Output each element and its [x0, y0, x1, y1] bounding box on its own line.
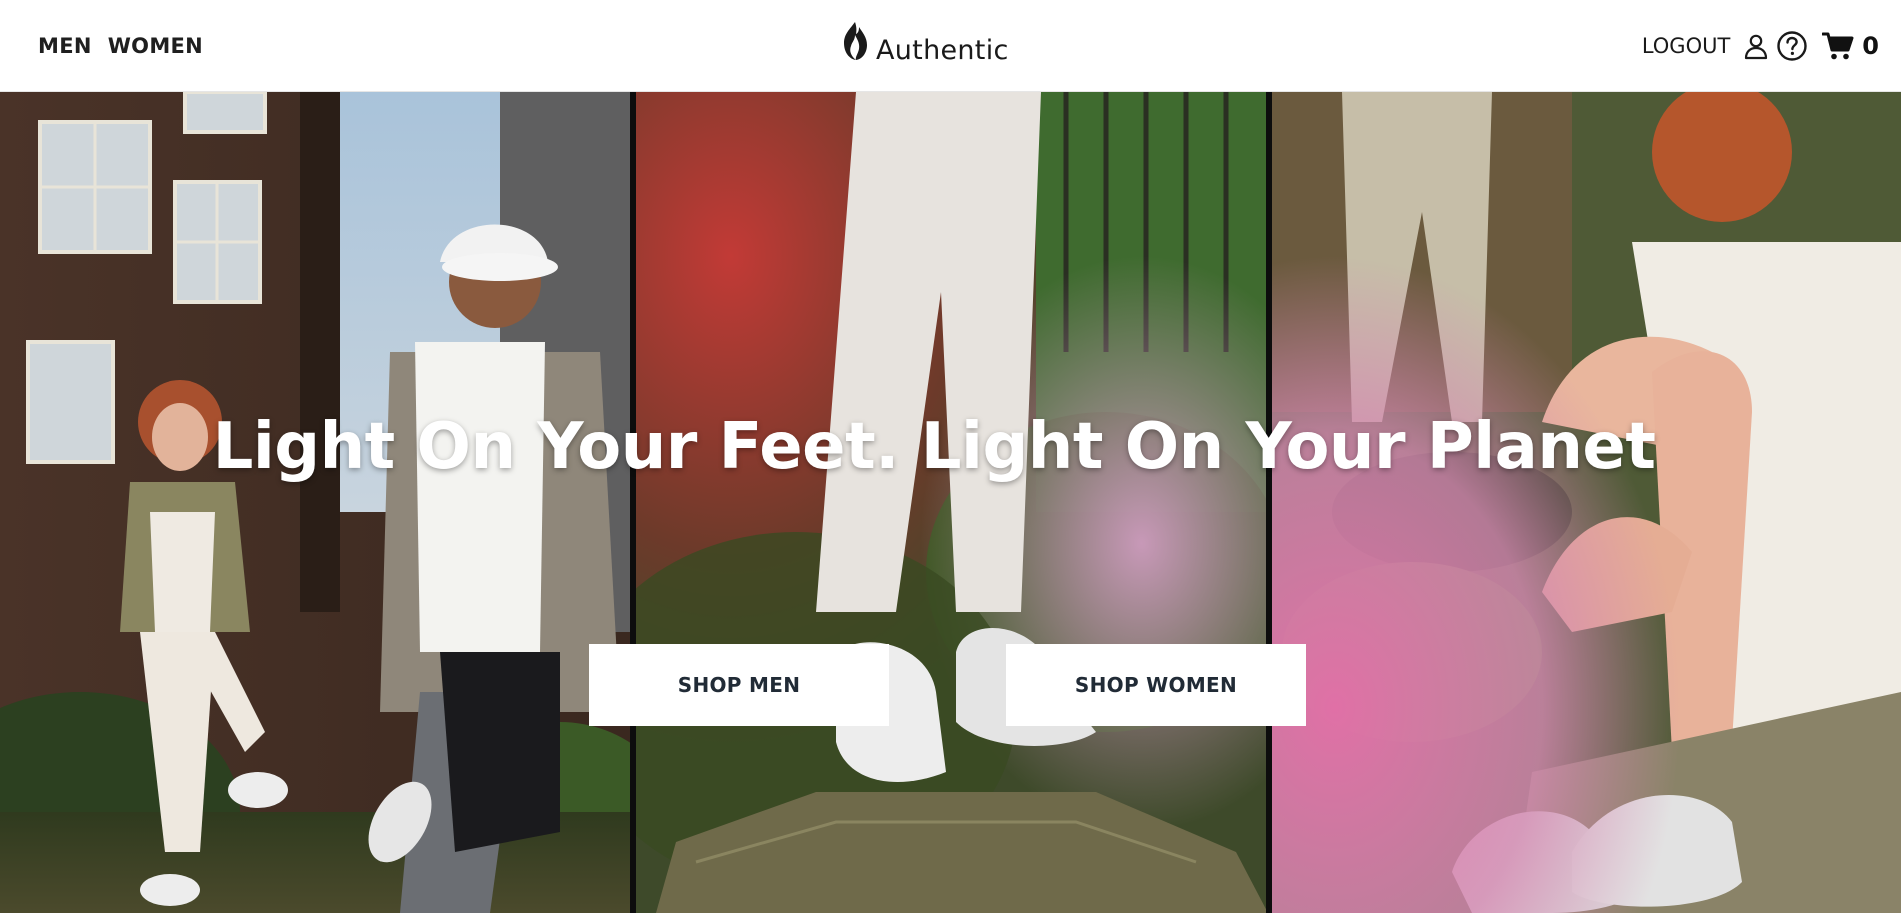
help-circle-icon[interactable] — [1776, 30, 1808, 62]
nav-link-men[interactable]: MEN — [38, 34, 92, 58]
brand-name: Authentic — [876, 35, 1009, 66]
user-icon[interactable] — [1742, 32, 1770, 60]
flame-icon — [840, 21, 870, 66]
shop-women-button[interactable]: SHOP WOMEN — [1006, 644, 1306, 726]
cart-icon[interactable] — [1822, 31, 1854, 61]
hero-headline: Light On Your Feet. Light On Your Planet — [212, 410, 1656, 484]
logout-link[interactable]: LOGOUT — [1642, 34, 1730, 58]
hero-photo-left — [0, 92, 630, 913]
site-header: MEN WOMEN Authentic LOGOUT 0 — [0, 0, 1901, 92]
account-nav: LOGOUT 0 — [1642, 0, 1879, 92]
hero-photo-right — [1272, 92, 1901, 913]
primary-nav: MEN WOMEN — [38, 0, 203, 92]
hero-banner: Light On Your Feet. Light On Your Planet… — [0, 92, 1901, 913]
cart-count[interactable]: 0 — [1862, 32, 1879, 60]
hero-photo-center — [636, 92, 1268, 913]
shop-men-button[interactable]: SHOP MEN — [589, 644, 889, 726]
brand-logo[interactable]: Authentic — [840, 22, 1009, 66]
nav-link-women[interactable]: WOMEN — [108, 34, 203, 58]
